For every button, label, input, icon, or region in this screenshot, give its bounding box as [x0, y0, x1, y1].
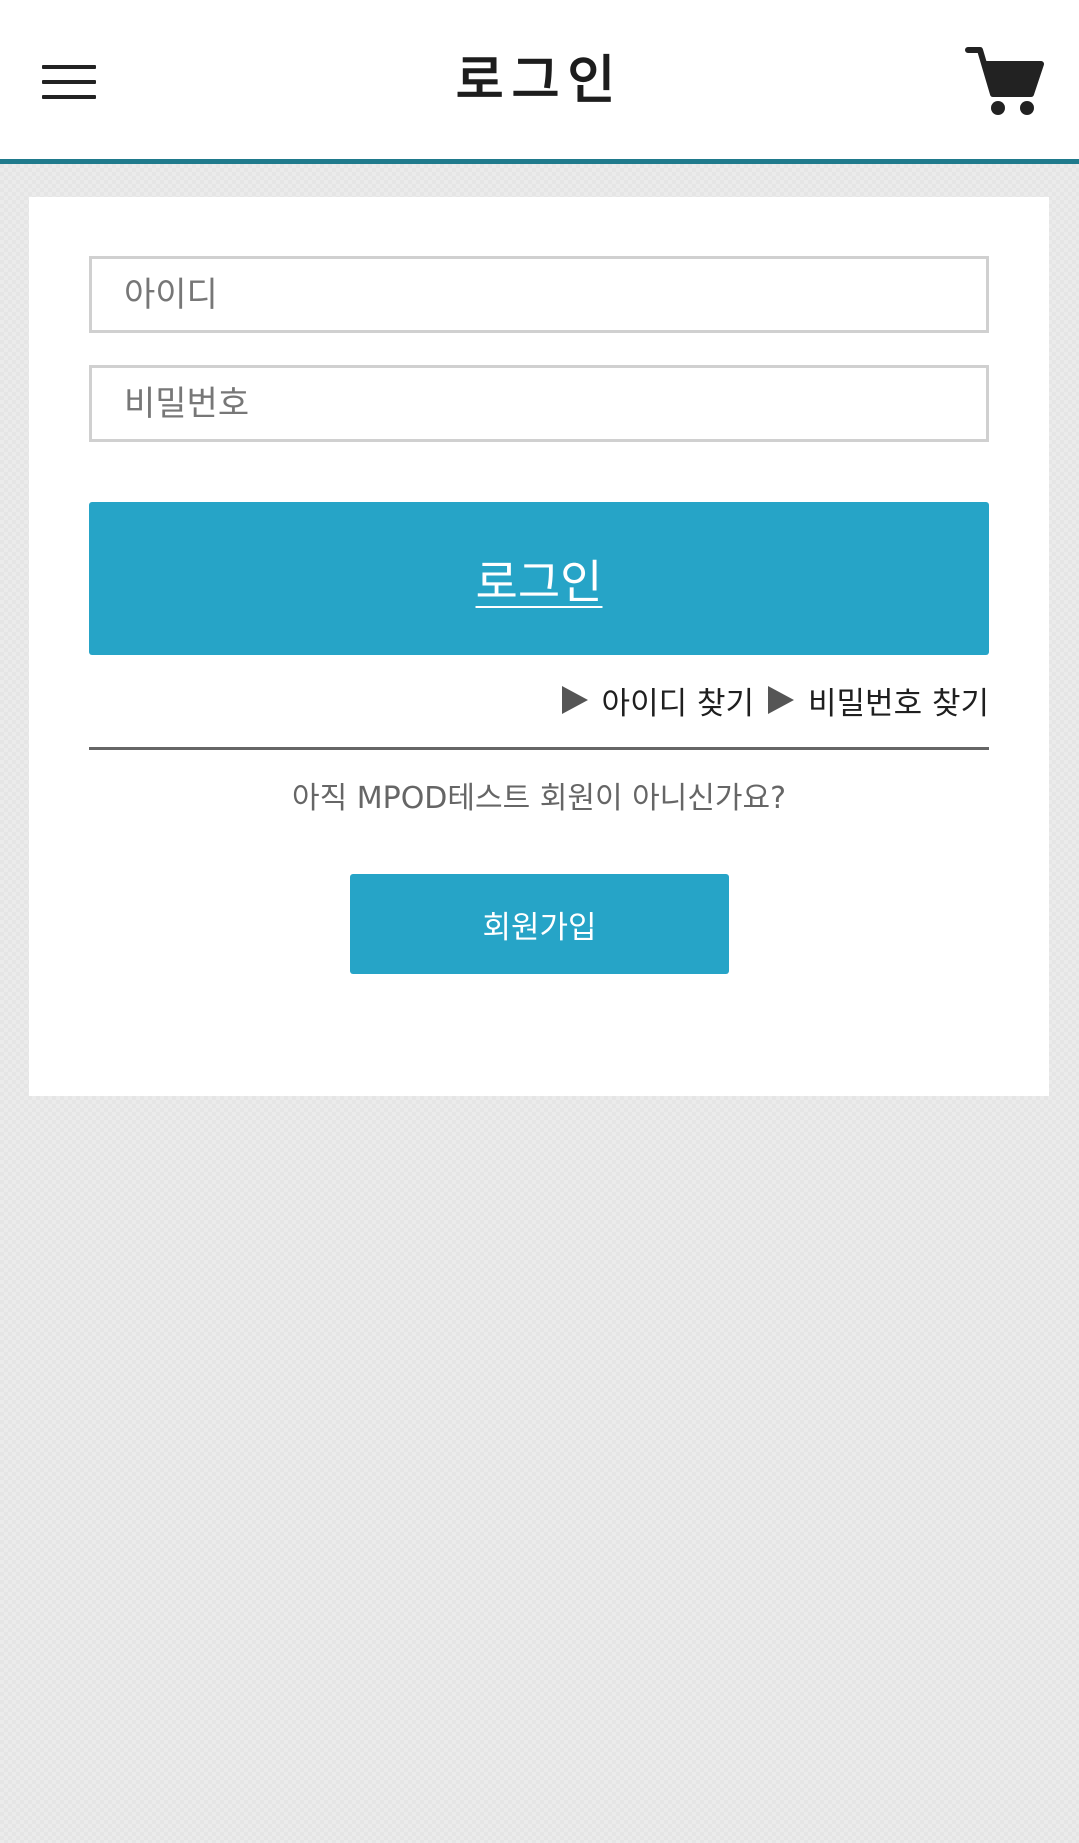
password-input[interactable] — [89, 365, 989, 442]
cart-button[interactable] — [965, 44, 1045, 120]
find-id-link[interactable]: 아이디 찾기 — [561, 678, 755, 723]
login-card: 로그인 아이디 찾기 비밀번호 찾기 아직 MPOD테스트 회원이 아니신가요?… — [29, 197, 1049, 1096]
app-header: 로그인 — [0, 0, 1079, 164]
login-button[interactable]: 로그인 — [89, 502, 989, 655]
id-input[interactable] — [89, 256, 989, 333]
signup-prompt: 아직 MPOD테스트 회원이 아니신가요? — [291, 781, 787, 816]
signup-button[interactable]: 회원가입 — [350, 874, 729, 974]
divider — [89, 747, 989, 750]
find-password-label: 비밀번호 찾기 — [808, 685, 989, 722]
find-links: 아이디 찾기 비밀번호 찾기 — [561, 678, 989, 723]
find-password-link[interactable]: 비밀번호 찾기 — [768, 678, 989, 723]
page-title: 로그인 — [455, 51, 624, 111]
find-id-label: 아이디 찾기 — [601, 685, 755, 722]
shopping-cart-icon — [965, 47, 1044, 115]
triangle-right-icon — [768, 686, 795, 714]
triangle-right-icon — [561, 686, 588, 714]
